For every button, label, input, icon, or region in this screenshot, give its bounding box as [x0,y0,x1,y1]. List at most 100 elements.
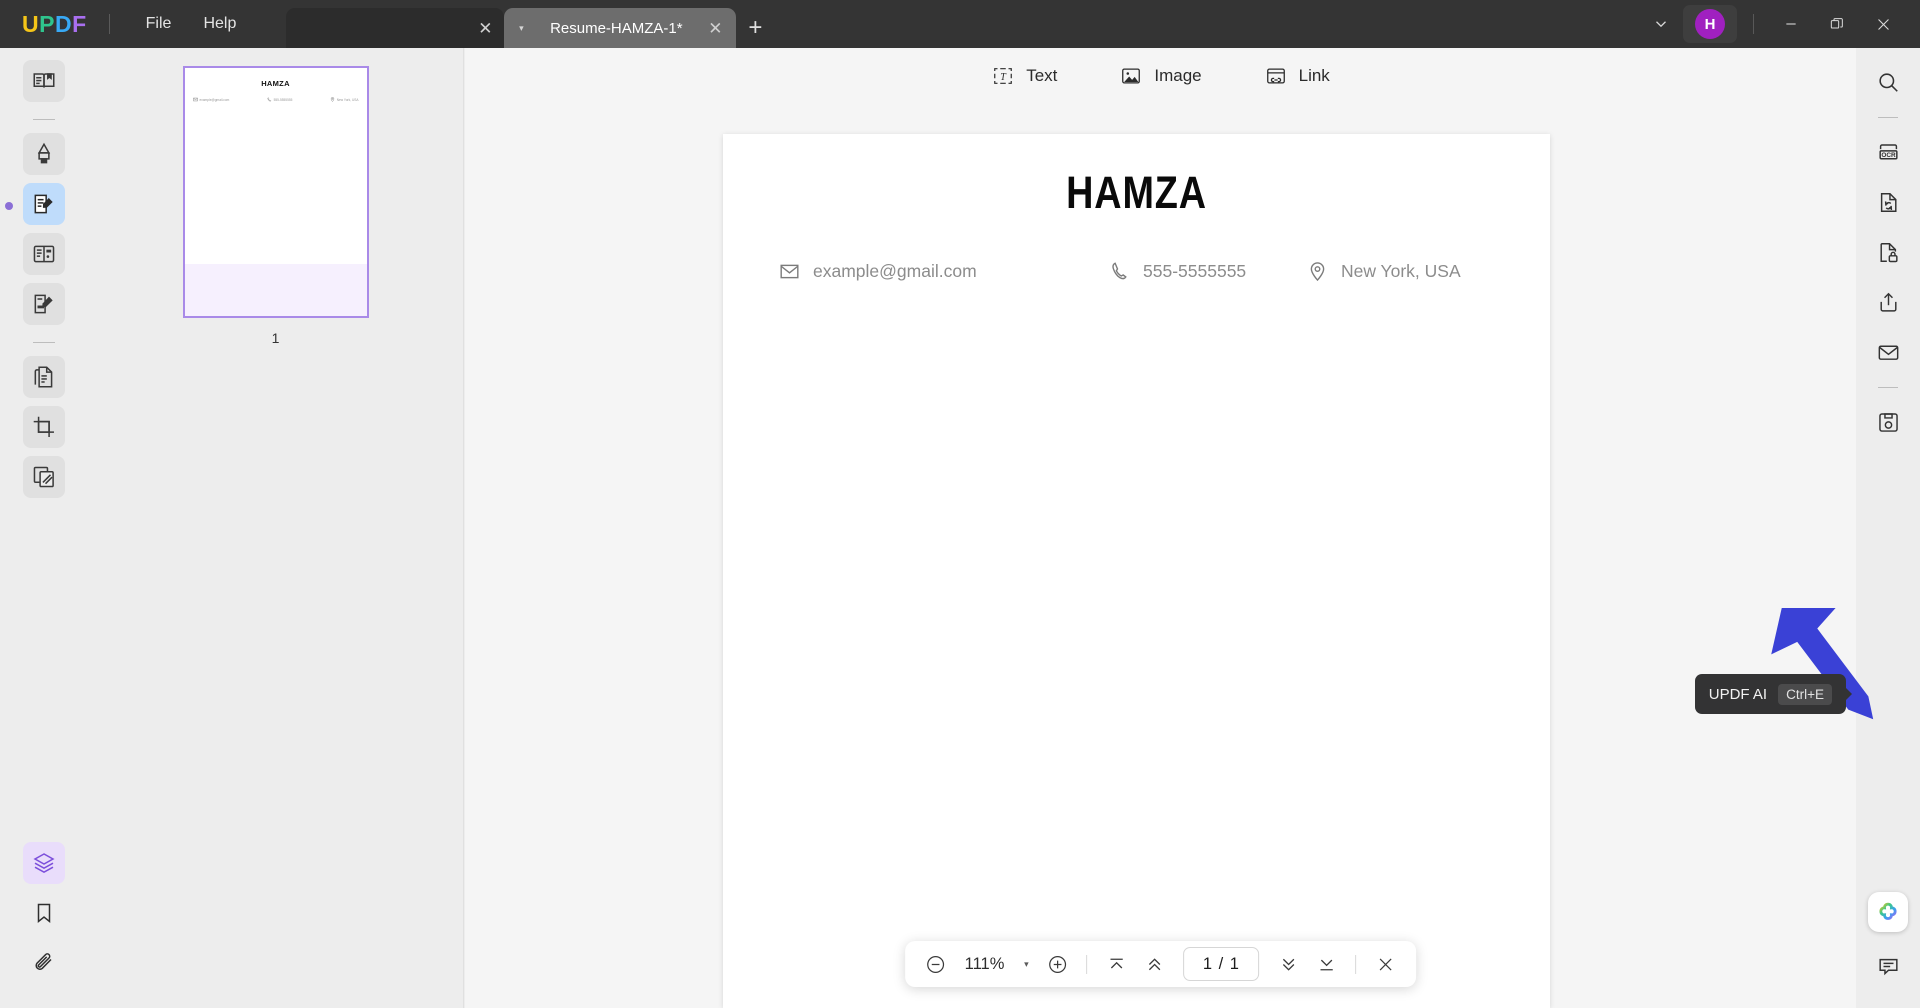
zoom-level-value[interactable]: 111% [957,955,1013,974]
thumbnail-email-text: example@gmail.com [199,97,230,102]
menu-help[interactable]: Help [187,9,252,39]
logo-letter-p: P [39,10,55,37]
add-link-tool[interactable]: Link [1264,64,1330,88]
toolbar-divider-2 [1355,954,1357,974]
window-controls-divider [1753,14,1754,34]
window-controls: H [1643,0,1920,48]
thumbnail-item[interactable]: HAMZA example@gmail.com 555-5555555 New … [182,66,369,346]
svg-text:T: T [1000,72,1007,83]
thumbnail-panel: HAMZA example@gmail.com 555-5555555 New … [88,48,464,1008]
image-icon [1119,64,1143,88]
new-tab-button[interactable]: + [736,8,774,48]
main-body: HAMZA example@gmail.com 555-5555555 New … [0,48,1920,1008]
updf-ai-icon[interactable] [1868,892,1908,932]
email-envelope-icon[interactable] [1868,332,1908,372]
document-title[interactable]: HAMZA [789,167,1484,219]
phone-icon [1112,262,1127,280]
sidebar-item-bookmarks[interactable] [23,892,65,934]
sidebar-item-attachments[interactable] [23,942,65,984]
thumbnail-doc-title: HAMZA [261,79,290,88]
ocr-icon[interactable]: OCR [1868,132,1908,172]
close-window-button[interactable] [1860,4,1906,44]
sidebar-item-comment[interactable] [23,133,65,175]
next-page-button[interactable] [1271,947,1305,981]
tab-caret-icon[interactable]: ▾ [514,23,528,34]
thumbnail-page-extension[interactable] [182,264,369,318]
close-toolbar-button[interactable] [1368,947,1402,981]
add-image-label: Image [1154,66,1202,85]
document-page[interactable]: HAMZA example@gmail.com 555-5555555 New … [723,134,1550,1008]
add-image-tool[interactable]: Image [1119,64,1202,88]
toolbar-divider-1 [1086,954,1088,974]
logo-letter-f: F [72,10,87,37]
tab-strip: ✕ ▾ Resume-HAMZA-1* ✕ + [286,0,774,48]
updf-ai-clover-glyph [1879,902,1897,920]
tooltip-label: UPDF AI [1708,685,1768,703]
share-upload-icon[interactable] [1868,282,1908,322]
protect-file-icon[interactable] [1868,232,1908,272]
contact-phone-text: 555-5555555 [1143,261,1247,281]
phone-icon [267,97,271,102]
text-box-icon: T [991,64,1015,88]
page-number-input[interactable]: 1 / 1 [1183,947,1260,981]
tab-resume-hamza[interactable]: ▾ Resume-HAMZA-1* ✕ [504,8,737,48]
thumbnail-contact-location: New York, USA [330,97,359,102]
updf-logo[interactable]: U P D F [22,11,87,38]
logo-letter-d: D [54,10,73,37]
add-text-tool[interactable]: T Text [991,64,1057,88]
comment-bubble-icon[interactable] [1868,946,1908,986]
logo-divider [108,14,110,34]
thumbnail-contact-phone: 555-5555555 [267,97,293,102]
sidebar-item-edit-pdf[interactable] [23,183,65,225]
sidebar-item-crop[interactable] [23,406,65,448]
rail-divider-1 [33,119,55,120]
sidebar-item-sign[interactable] [23,283,65,325]
envelope-icon [192,97,198,102]
save-floppy-icon[interactable] [1868,402,1908,442]
zoom-in-button[interactable] [1040,947,1074,981]
tab-inactive[interactable]: ✕ [286,8,505,48]
maximize-restore-button[interactable] [1814,4,1860,44]
right-rail-divider-1 [1878,117,1898,118]
zoom-out-button[interactable] [919,947,953,981]
chevron-down-icon[interactable] [1643,6,1679,42]
tab-close-icon[interactable]: ✕ [704,20,726,37]
envelope-icon [780,264,799,279]
tab-inactive-close-icon[interactable]: ✕ [474,20,496,37]
sidebar-item-reader[interactable] [23,60,65,102]
convert-file-icon[interactable] [1868,182,1908,222]
first-page-button[interactable] [1099,947,1133,981]
sidebar-item-organize-pages[interactable] [23,356,65,398]
collapse-handle-dot [5,202,13,210]
updf-application-window: U P D F File Help ✕ ▾ Resume-HAMZA-1* ✕ … [0,0,1920,1008]
search-icon[interactable] [1868,62,1908,102]
sidebar-item-compare[interactable] [23,456,65,498]
minimize-button[interactable] [1768,4,1814,44]
thumbnail-phone-text: 555-5555555 [273,97,293,102]
thumbnail-page-number: 1 [271,330,280,346]
thumbnail-location-text: New York, USA [336,97,359,102]
sidebar-item-form[interactable] [23,233,65,275]
location-pin-icon [1310,262,1325,282]
location-pin-icon [330,97,334,102]
link-icon [1264,64,1288,88]
thumbnail-contact-email: example@gmail.com [192,97,230,102]
contact-location[interactable]: New York, USA [1307,261,1461,282]
previous-page-button[interactable] [1137,947,1171,981]
tab-title: Resume-HAMZA-1* [550,19,683,37]
zoom-dropdown-caret-icon[interactable]: ▾ [1016,959,1036,970]
contact-email[interactable]: example@gmail.com [779,261,1109,282]
add-text-label: Text [1026,66,1058,85]
logo-letter-u: U [22,10,40,37]
add-link-label: Link [1298,66,1330,85]
document-contacts-row: example@gmail.com 555-5555555 New York, … [723,261,1550,282]
thumbnail-page-preview[interactable]: HAMZA example@gmail.com 555-5555555 New … [182,66,369,264]
sidebar-item-layers[interactable] [23,842,65,884]
contact-location-text: New York, USA [1341,261,1461,281]
content-edit-toolbar: T Text Image Link [465,48,1856,104]
contact-phone[interactable]: 555-5555555 [1109,261,1307,282]
page-navigation-toolbar: 111% ▾ 1 / 1 [904,941,1417,987]
account-button[interactable]: H [1683,5,1737,43]
menu-file[interactable]: File [130,9,188,39]
last-page-button[interactable] [1309,947,1343,981]
